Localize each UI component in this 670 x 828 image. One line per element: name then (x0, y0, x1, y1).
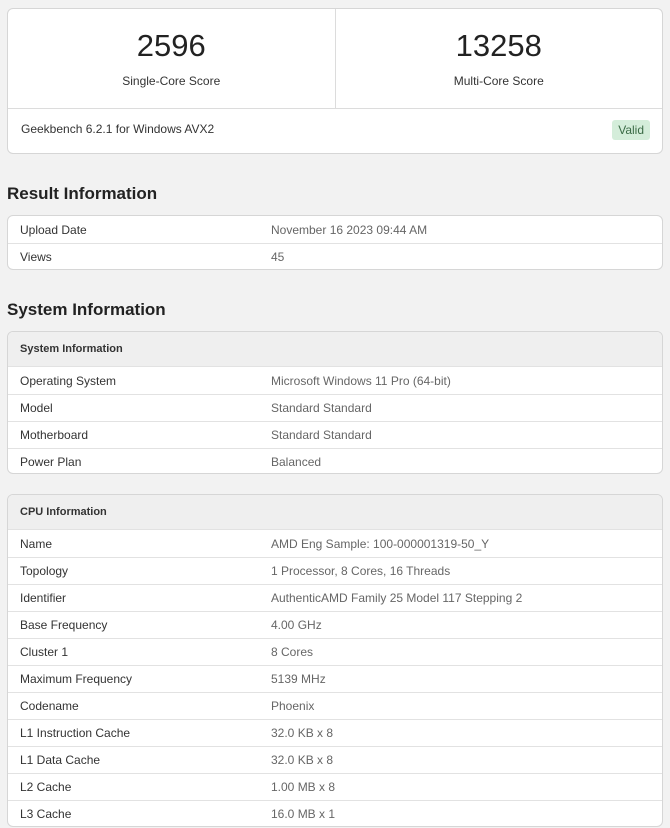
table-row: Base Frequency 4.00 GHz (8, 611, 662, 638)
valid-badge: Valid (612, 120, 650, 140)
table-row: L1 Data Cache 32.0 KB x 8 (8, 746, 662, 773)
row-key: Model (20, 401, 53, 415)
row-value: 4.00 GHz (271, 618, 322, 632)
table-row: Topology 1 Processor, 8 Cores, 16 Thread… (8, 557, 662, 584)
row-key: Views (20, 250, 52, 264)
row-key: L3 Cache (20, 807, 72, 821)
cpu-information-card-header: CPU Information (8, 495, 662, 530)
row-key: Operating System (20, 373, 117, 388)
table-row: Name AMD Eng Sample: 100-000001319-50_Y (8, 530, 662, 557)
cpu-information-card: CPU Information Name AMD Eng Sample: 100… (7, 494, 663, 827)
row-value: 1.00 MB x 8 (271, 780, 336, 794)
multi-core-score[interactable]: 13258 Multi-Core Score (334, 9, 663, 108)
cpu-rows: Name AMD Eng Sample: 100-000001319-50_Y … (8, 530, 662, 826)
table-row: L1 Instruction Cache 32.0 KB x 8 (8, 719, 662, 746)
table-row: Upload Date November 16 2023 09:44 AM (8, 216, 662, 243)
row-value: Phoenix (271, 699, 315, 713)
row-value: 32.0 KB x 8 (271, 753, 334, 767)
row-value: November 16 2023 09:44 AM (271, 222, 428, 237)
row-key: L1 Data Cache (20, 753, 101, 767)
scores-row: 2596 Single-Core Score 13258 Multi-Core … (8, 9, 662, 109)
score-card: 2596 Single-Core Score 13258 Multi-Core … (7, 8, 663, 154)
row-value: 8 Cores (271, 645, 314, 659)
multi-core-score-label: Multi-Core Score (453, 74, 544, 88)
row-value: 1 Processor, 8 Cores, 16 Threads (271, 564, 451, 578)
table-row: Codename Phoenix (8, 692, 662, 719)
table-row: L3 Cache 16.0 MB x 1 (8, 800, 662, 826)
row-value: Microsoft Windows 11 Pro (64-bit) (271, 373, 451, 388)
system-information-card-header: System Information (8, 332, 662, 367)
benchmark-version: Geekbench 6.2.1 for Windows AVX2 (21, 122, 215, 136)
multi-core-score-value: 13258 (455, 28, 542, 63)
row-value: Standard Standard (271, 428, 372, 442)
row-value: 5139 MHz (271, 672, 326, 686)
row-value: AuthenticAMD Family 25 Model 117 Steppin… (271, 591, 523, 605)
row-key: L1 Instruction Cache (20, 726, 131, 740)
table-row: Cluster 1 8 Cores (8, 638, 662, 665)
row-key: Name (20, 536, 53, 551)
table-row: Model Standard Standard (8, 394, 662, 421)
version-row: Geekbench 6.2.1 for Windows AVX2 Valid (8, 109, 662, 153)
row-key: Upload Date (20, 222, 87, 237)
row-key: L2 Cache (20, 780, 72, 794)
single-core-score[interactable]: 2596 Single-Core Score (8, 9, 335, 108)
table-row: Maximum Frequency 5139 MHz (8, 665, 662, 692)
row-key: Motherboard (20, 428, 89, 442)
system-information-heading: System Information (7, 300, 166, 319)
table-row: L2 Cache 1.00 MB x 8 (8, 773, 662, 800)
table-row: Power Plan Balanced (8, 448, 662, 473)
row-value: 16.0 MB x 1 (271, 807, 336, 821)
row-key: Codename (20, 699, 79, 713)
row-key: Maximum Frequency (20, 672, 133, 686)
single-core-score-value: 2596 (136, 28, 206, 63)
result-information-card: Upload Date November 16 2023 09:44 AM Vi… (7, 215, 663, 270)
table-row: Motherboard Standard Standard (8, 421, 662, 448)
result-information-heading: Result Information (7, 184, 158, 203)
row-key: Cluster 1 (20, 645, 69, 659)
system-rows: Operating System Microsoft Windows 11 Pr… (8, 367, 662, 473)
row-key: Base Frequency (20, 618, 108, 632)
row-key: Identifier (20, 591, 67, 605)
row-value: 32.0 KB x 8 (271, 726, 334, 740)
row-key: Power Plan (20, 455, 82, 469)
system-information-card: System Information Operating System Micr… (7, 331, 663, 474)
table-row: Identifier AuthenticAMD Family 25 Model … (8, 584, 662, 611)
row-value: 45 (271, 250, 285, 264)
table-row: Views 45 (8, 243, 662, 269)
row-key: Topology (20, 564, 69, 578)
row-value: Balanced (271, 455, 322, 469)
row-value: Standard Standard (271, 401, 372, 415)
table-row: Operating System Microsoft Windows 11 Pr… (8, 367, 662, 394)
row-value: AMD Eng Sample: 100-000001319-50_Y (271, 536, 490, 551)
result-rows: Upload Date November 16 2023 09:44 AM Vi… (8, 216, 662, 269)
single-core-score-label: Single-Core Score (122, 74, 221, 88)
